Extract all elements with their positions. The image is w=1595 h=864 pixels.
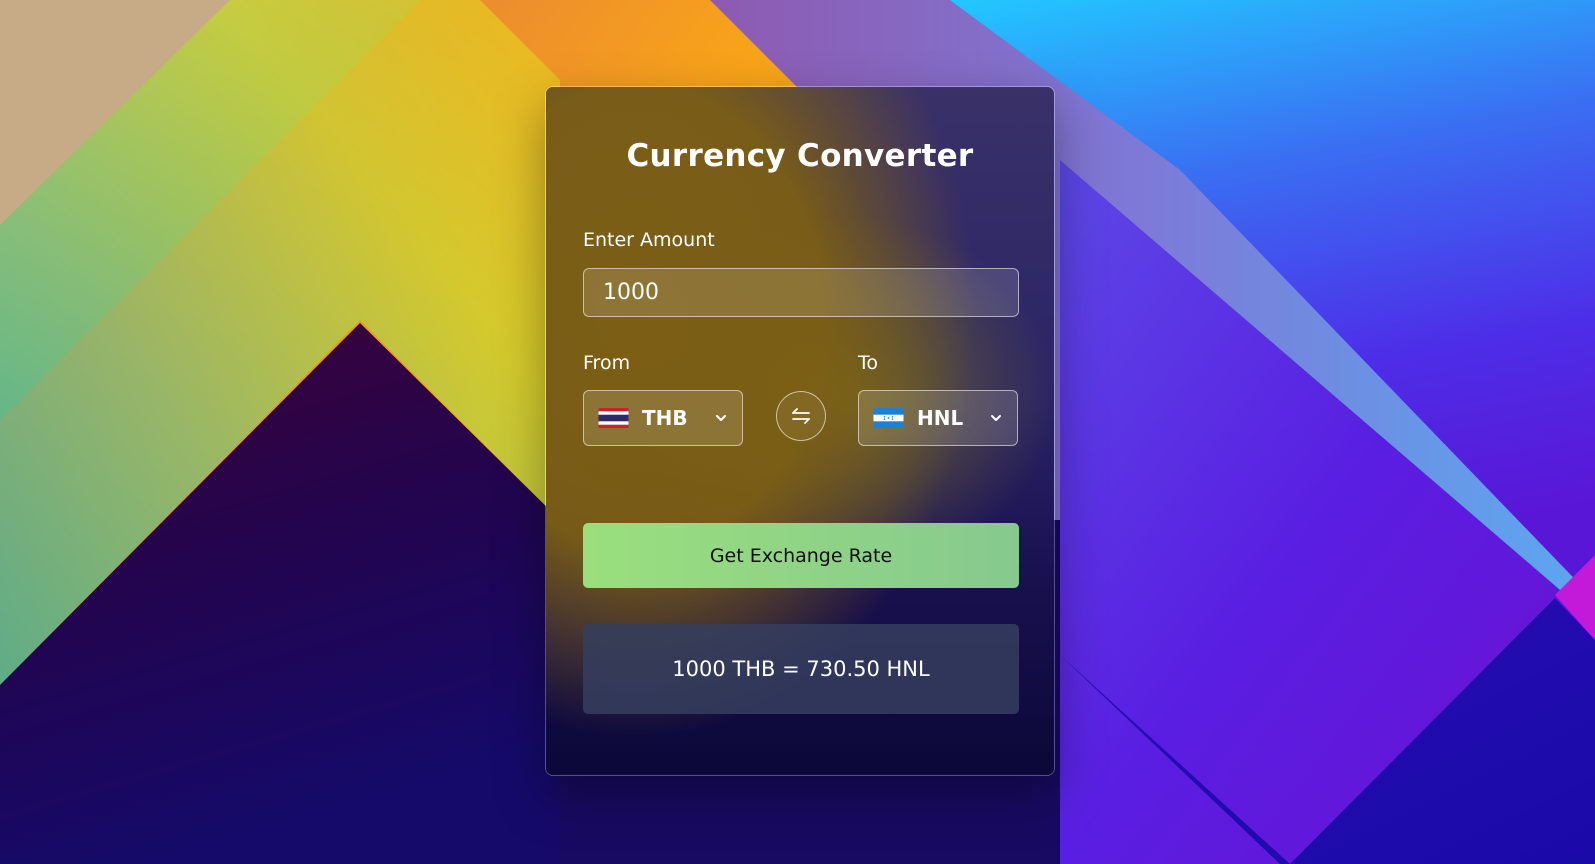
from-currency-code: THB <box>642 406 688 430</box>
get-exchange-rate-button[interactable]: Get Exchange Rate <box>583 523 1019 588</box>
amount-input[interactable] <box>583 268 1019 317</box>
chevron-down-icon <box>716 415 726 421</box>
chevron-down-icon <box>991 415 1001 421</box>
exchange-result-text: 1000 THB = 730.50 HNL <box>672 657 930 681</box>
swap-currencies-button[interactable] <box>776 391 826 441</box>
amount-label: Enter Amount <box>583 229 715 251</box>
to-currency-select[interactable]: HNL <box>858 390 1018 446</box>
exchange-result: 1000 THB = 730.50 HNL <box>583 624 1019 714</box>
from-currency-select[interactable]: THB <box>583 390 743 446</box>
from-label: From <box>583 352 631 374</box>
swap-arrows-icon <box>792 408 810 424</box>
thailand-flag-icon <box>598 408 629 428</box>
to-label: To <box>858 352 879 374</box>
page-title: Currency Converter <box>626 138 974 174</box>
honduras-flag-icon <box>873 408 904 428</box>
to-currency-code: HNL <box>917 406 964 430</box>
converter-card: Currency Converter Enter Amount From To … <box>545 86 1055 776</box>
